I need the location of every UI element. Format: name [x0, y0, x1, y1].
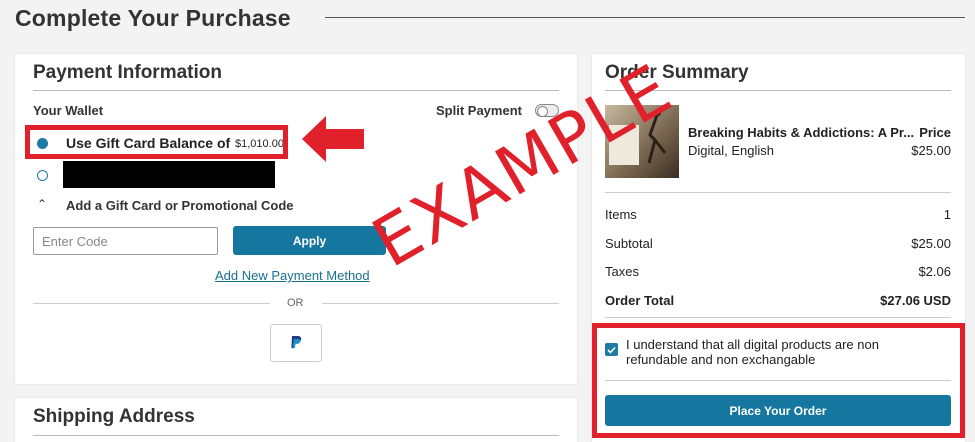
- chevron-up-icon[interactable]: ⌃: [37, 197, 47, 211]
- wallet-label: Your Wallet: [33, 103, 104, 118]
- price-label: Price: [919, 125, 951, 140]
- shipping-card: Shipping Address: [15, 398, 577, 442]
- taxes-label: Taxes: [605, 264, 639, 279]
- code-input[interactable]: [33, 227, 218, 255]
- card-radio[interactable]: [37, 170, 48, 181]
- summary-divider: [605, 192, 951, 193]
- payment-title: Payment Information: [33, 62, 222, 83]
- split-payment-label: Split Payment: [436, 103, 522, 118]
- summary-title-rule: [605, 90, 951, 91]
- items-value: 1: [943, 207, 951, 222]
- title-divider: [325, 17, 965, 18]
- apply-button[interactable]: Apply: [233, 226, 386, 255]
- or-divider-left: [33, 303, 270, 304]
- add-code-label[interactable]: Add a Gift Card or Promotional Code: [66, 198, 294, 213]
- or-label: OR: [287, 297, 304, 309]
- payment-title-rule: [33, 90, 559, 91]
- subtotal-label: Subtotal: [605, 236, 653, 251]
- paypal-button[interactable]: [270, 324, 322, 362]
- split-payment-toggle[interactable]: [535, 104, 559, 117]
- book-cover-image: [605, 105, 679, 178]
- subtotal-value: $25.00: [911, 236, 951, 251]
- price-value: $25.00: [911, 143, 951, 158]
- payment-card: Payment Information Your Wallet Split Pa…: [15, 54, 577, 384]
- arrow-left-icon: [302, 116, 364, 162]
- order-total-label: Order Total: [605, 293, 675, 308]
- gift-card-highlight: [25, 125, 288, 159]
- items-label: Items: [605, 207, 637, 222]
- redacted-card: [63, 161, 275, 188]
- product-title[interactable]: Breaking Habits & Addictions: A Pr...: [688, 125, 914, 140]
- or-divider-right: [322, 303, 559, 304]
- order-highlight: [592, 323, 965, 438]
- page-title: Complete Your Purchase: [15, 5, 291, 31]
- summary-title: Order Summary: [605, 62, 749, 83]
- order-total-value: $27.06 USD: [880, 293, 951, 308]
- taxes-value: $2.06: [918, 264, 951, 279]
- add-payment-method-link[interactable]: Add New Payment Method: [215, 268, 370, 283]
- paypal-icon: [291, 336, 302, 349]
- shipping-title: Shipping Address: [33, 406, 195, 427]
- total-divider: [605, 317, 951, 318]
- product-format: Digital, English: [688, 143, 774, 158]
- shipping-title-rule: [33, 435, 559, 436]
- book-cover-art: [609, 110, 667, 165]
